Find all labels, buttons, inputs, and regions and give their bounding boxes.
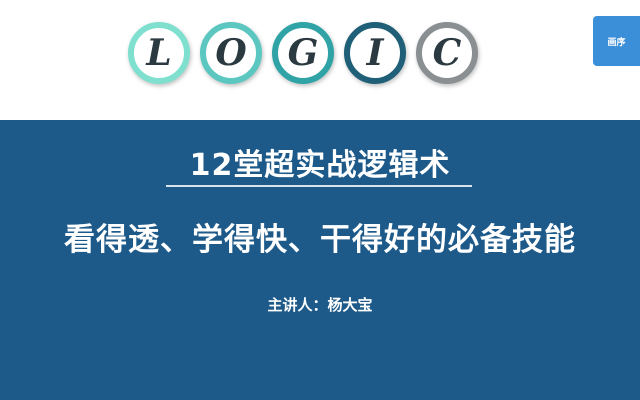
speaker-label: 主讲人：杨大宝 bbox=[267, 296, 373, 314]
title-divider bbox=[166, 185, 472, 187]
logo-letter-c: C bbox=[416, 22, 478, 84]
logo-letter-l: L bbox=[128, 22, 190, 84]
logo-letter-i: I bbox=[344, 22, 406, 84]
logo-letter-o: O bbox=[200, 22, 262, 84]
logic-logo: L O G I C bbox=[128, 22, 478, 94]
slide-subtitle: 看得透、学得快、干得好的必备技能 bbox=[64, 222, 576, 258]
logo-letter-g: G bbox=[272, 22, 334, 84]
corner-button[interactable]: 画序 bbox=[593, 16, 640, 66]
slide-title: 12堂超实战逻辑术 bbox=[189, 148, 451, 183]
